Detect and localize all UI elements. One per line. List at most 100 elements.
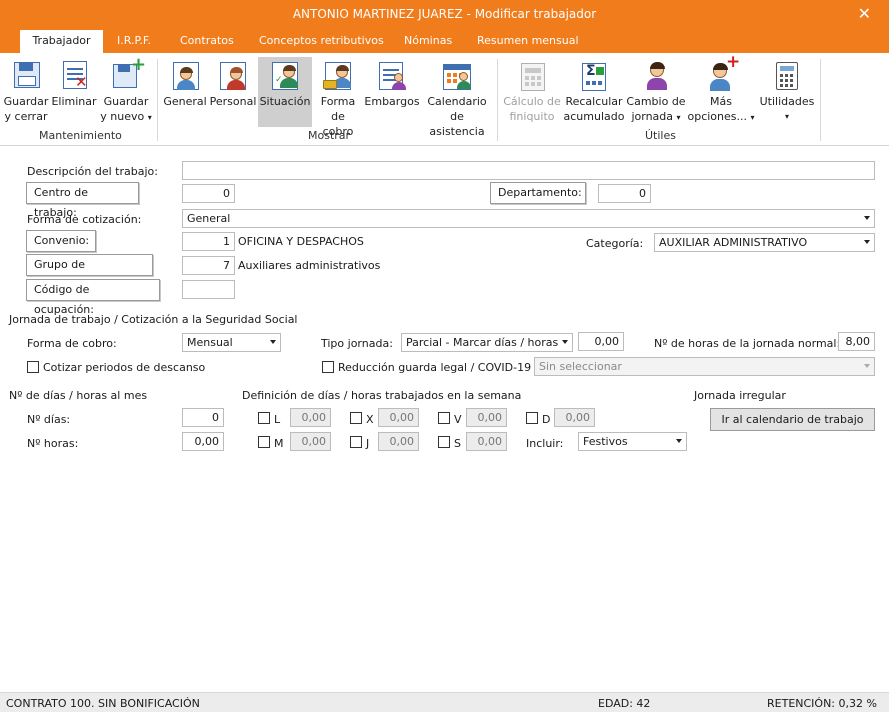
chevron-down-icon bbox=[676, 439, 682, 443]
tab-irpf[interactable]: I.R.P.F. bbox=[105, 30, 163, 53]
incluir-select[interactable]: Festivos bbox=[578, 432, 687, 451]
tab-trabajador[interactable]: Trabajador bbox=[20, 30, 103, 53]
descripcion-input[interactable] bbox=[182, 161, 875, 180]
forma-cotizacion-select[interactable]: General bbox=[182, 209, 875, 228]
recalcular-label-2: acumulado bbox=[563, 110, 625, 123]
user-payment-icon bbox=[321, 59, 355, 91]
grupo-cotizacion-code-input[interactable]: 7 bbox=[182, 256, 235, 275]
day-hours-input-s[interactable]: 0,00 bbox=[466, 432, 507, 451]
reduccion-guarda-label: Reducción guarda legal / COVID-19 bbox=[338, 361, 532, 374]
day-hours-input-x[interactable]: 0,00 bbox=[378, 408, 419, 427]
mas-opciones-button[interactable]: + Más opciones... ▾ bbox=[687, 54, 755, 127]
day-checkbox-x[interactable] bbox=[350, 412, 362, 424]
eliminar-button[interactable]: ✕ Eliminar bbox=[51, 57, 97, 127]
user-checklist-icon: ✓ bbox=[268, 59, 302, 91]
situacion-button[interactable]: ✓ Situación bbox=[258, 57, 312, 127]
forma-cobro-label: Forma de cobro: bbox=[27, 337, 117, 350]
calendar-user-icon bbox=[440, 59, 474, 91]
mas-opciones-label-1: Más bbox=[710, 95, 732, 108]
convenio-button[interactable]: Convenio: bbox=[26, 230, 96, 252]
day-hours-input-d[interactable]: 0,00 bbox=[554, 408, 595, 427]
tab-resumen-mensual[interactable]: Resumen mensual bbox=[465, 30, 591, 53]
descripcion-label: Descripción del trabajo: bbox=[27, 165, 158, 178]
cotizar-descanso-checkbox[interactable] bbox=[27, 361, 39, 373]
embargos-button[interactable]: Embargos bbox=[364, 57, 420, 127]
status-edad: EDAD: 42 bbox=[598, 697, 651, 710]
ribbon: Guardar y cerrar ✕ Eliminar + Guardar y … bbox=[0, 53, 889, 146]
user-change-icon bbox=[639, 59, 673, 91]
centro-trabajo-input[interactable]: 0 bbox=[182, 184, 235, 203]
forma-cobro-value: Mensual bbox=[187, 336, 233, 349]
day-label-v: V bbox=[454, 413, 462, 426]
codigo-ocupacion-input[interactable] bbox=[182, 280, 235, 299]
day-hours-input-j[interactable]: 0,00 bbox=[378, 432, 419, 451]
document-user-icon bbox=[375, 59, 409, 91]
user-add-icon: + bbox=[704, 54, 740, 91]
day-label-s: S bbox=[454, 437, 461, 450]
grupo-cotizacion-name: Auxiliares administrativos bbox=[238, 259, 381, 272]
forma-cobro-button[interactable]: Forma de cobro bbox=[314, 57, 362, 138]
guardar-cerrar-button[interactable]: Guardar y cerrar bbox=[2, 57, 50, 127]
day-checkbox-d[interactable] bbox=[526, 412, 538, 424]
numero-dias-input[interactable]: 0 bbox=[182, 408, 224, 427]
calendario-label-2: de asistencia bbox=[429, 110, 485, 138]
reduccion-guarda-checkbox[interactable] bbox=[322, 361, 334, 373]
day-label-d: D bbox=[542, 413, 551, 426]
grupo-cotizacion-button[interactable]: Grupo de cotización: bbox=[26, 254, 153, 291]
semana-section-title: Definición de días / horas trabajados en… bbox=[242, 389, 522, 402]
day-label-m: M bbox=[274, 437, 284, 450]
day-checkbox-j[interactable] bbox=[350, 436, 362, 448]
departamento-input[interactable]: 0 bbox=[598, 184, 651, 203]
numero-horas-label: Nº horas: bbox=[27, 437, 79, 450]
cotizar-descanso-label: Cotizar periodos de descanso bbox=[43, 361, 206, 374]
convenio-code-input[interactable]: 1 bbox=[182, 232, 235, 251]
numero-horas-input[interactable]: 0,00 bbox=[182, 432, 224, 451]
dias-horas-mes-title: Nº de días / horas al mes bbox=[9, 389, 148, 402]
situacion-label: Situación bbox=[259, 95, 311, 108]
horas-jornada-normal-input[interactable]: 8,00 bbox=[838, 332, 875, 351]
group-separator bbox=[497, 59, 498, 141]
day-checkbox-m[interactable] bbox=[258, 436, 270, 448]
guardar-nuevo-button[interactable]: + Guardar y nuevo ▾ bbox=[100, 56, 152, 127]
dropdown-arrow-icon: ▾ bbox=[784, 112, 789, 121]
tipo-jornada-percent-input[interactable]: 0,00 bbox=[578, 332, 624, 351]
group-separator bbox=[820, 59, 821, 141]
tab-contratos[interactable]: Contratos bbox=[168, 30, 246, 53]
calendario-label-1: Calendario bbox=[427, 95, 487, 108]
status-contrato: CONTRATO 100. SIN BONIFICACIÓN bbox=[6, 697, 200, 710]
centro-trabajo-button[interactable]: Centro de trabajo: bbox=[26, 182, 139, 219]
tab-conceptos-retributivos[interactable]: Conceptos retributivos bbox=[247, 30, 396, 53]
chevron-down-icon bbox=[864, 240, 870, 244]
day-checkbox-v[interactable] bbox=[438, 412, 450, 424]
day-checkbox-s[interactable] bbox=[438, 436, 450, 448]
calendario-asistencia-button[interactable]: Calendario de asistencia bbox=[423, 57, 491, 138]
embargos-label: Embargos bbox=[364, 95, 420, 108]
ir-calendario-trabajo-button[interactable]: Ir al calendario de trabajo bbox=[710, 408, 875, 431]
day-checkbox-l[interactable] bbox=[258, 412, 270, 424]
cambio-jornada-button[interactable]: Cambio de jornada ▾ bbox=[626, 57, 686, 127]
delete-document-icon: ✕ bbox=[57, 59, 91, 91]
personal-button[interactable]: Personal bbox=[209, 57, 257, 127]
departamento-button[interactable]: Departamento: bbox=[490, 182, 586, 204]
calculo-finiquito-button[interactable]: Cálculo de finiquito bbox=[502, 57, 562, 127]
tipo-jornada-select[interactable]: Parcial - Marcar días / horas bbox=[401, 333, 573, 352]
user-profile-icon bbox=[216, 59, 250, 91]
general-button[interactable]: General bbox=[163, 57, 207, 127]
recalcular-acumulado-button[interactable]: Σ Recalcular acumulado bbox=[563, 57, 625, 127]
utilidades-button[interactable]: Utilidades ▾ bbox=[758, 57, 816, 127]
jornada-section-title: Jornada de trabajo / Cotización a la Seg… bbox=[9, 313, 298, 326]
categoria-select[interactable]: AUXILIAR ADMINISTRATIVO bbox=[654, 233, 875, 252]
guardar-cerrar-label-1: Guardar bbox=[3, 95, 49, 108]
close-icon[interactable]: ✕ bbox=[858, 4, 871, 23]
tab-bar: Trabajador I.R.P.F. Contratos Conceptos … bbox=[0, 30, 889, 53]
day-hours-input-m[interactable]: 0,00 bbox=[290, 432, 331, 451]
reduccion-guarda-select[interactable]: Sin seleccionar bbox=[534, 357, 875, 376]
calculator-document-icon bbox=[515, 59, 549, 91]
codigo-ocupacion-button[interactable]: Código de ocupación: bbox=[26, 279, 160, 316]
forma-cobro-select[interactable]: Mensual bbox=[182, 333, 281, 352]
cambio-jornada-label-2: jornada ▾ bbox=[631, 110, 681, 123]
day-hours-input-v[interactable]: 0,00 bbox=[466, 408, 507, 427]
tipo-jornada-value: Parcial - Marcar días / horas bbox=[406, 336, 559, 349]
day-hours-input-l[interactable]: 0,00 bbox=[290, 408, 331, 427]
tab-nominas[interactable]: Nóminas bbox=[392, 30, 464, 53]
